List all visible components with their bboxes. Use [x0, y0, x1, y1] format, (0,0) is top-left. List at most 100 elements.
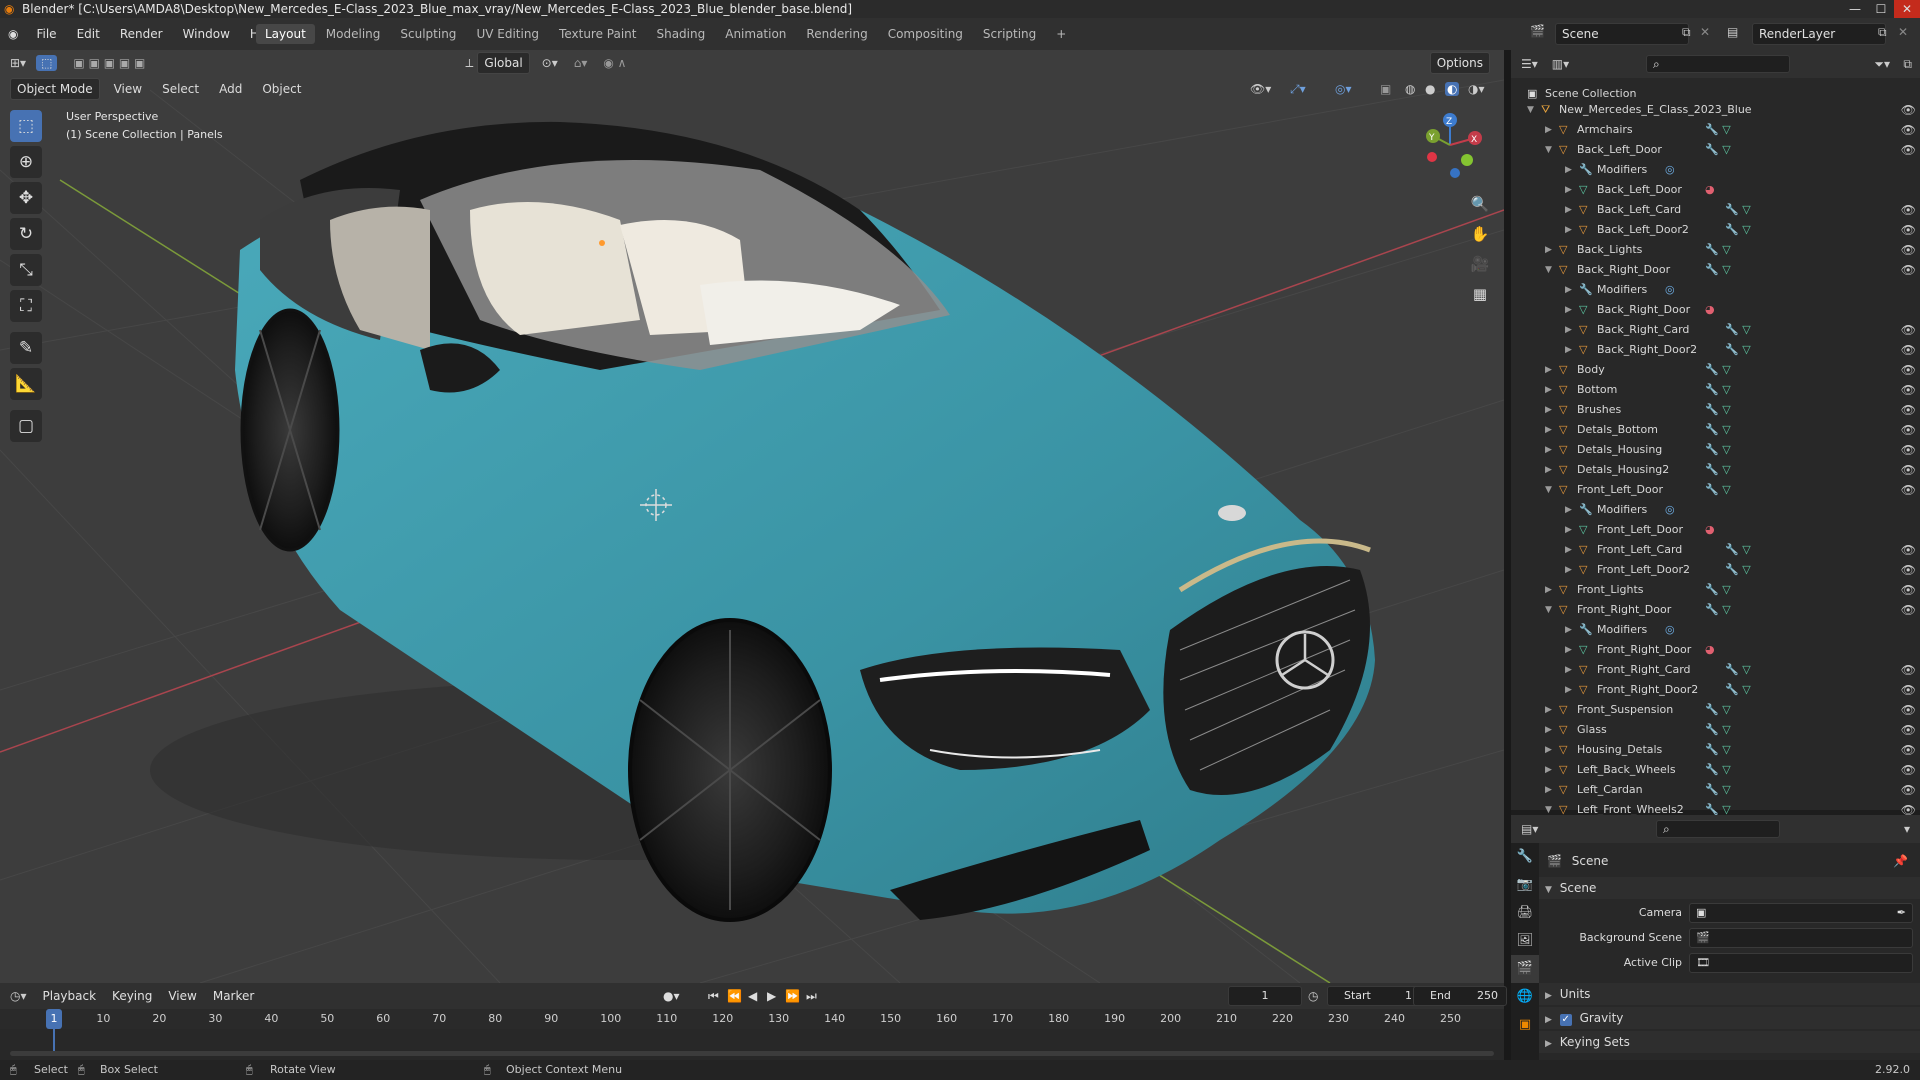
prev-keyframe-icon[interactable]: ⏪	[727, 989, 742, 1003]
material-icon[interactable]: ◕	[1705, 520, 1715, 540]
end-frame-field[interactable]: End 250	[1413, 986, 1507, 1006]
outliner-item[interactable]: ▶ ▽ Housing_Detals 🔧 ▽ 👁	[1511, 740, 1920, 760]
delete-scene-icon[interactable]: ✕	[1700, 25, 1710, 39]
visibility-eye-icon[interactable]: 👁	[1901, 660, 1916, 680]
collapse-arrow-icon[interactable]: ▼	[1545, 140, 1552, 160]
new-collection-icon[interactable]: ⧉	[1903, 57, 1912, 72]
scene-field[interactable]: Scene	[1555, 23, 1689, 45]
outliner-item[interactable]: ▶ ▽ Back_Left_Door ◕	[1511, 180, 1920, 200]
outliner-item[interactable]: ▶ ▽ Left_Back_Wheels 🔧 ▽ 👁	[1511, 760, 1920, 780]
zoom-icon[interactable]: 🔍	[1466, 190, 1494, 218]
outliner-item[interactable]: ▶ ▽ Front_Left_Door ◕	[1511, 520, 1920, 540]
expand-arrow-icon[interactable]: ▶	[1545, 360, 1552, 380]
timeline-scrollbar[interactable]	[10, 1051, 1494, 1056]
transform-tool-icon[interactable]: ⛶	[10, 290, 42, 322]
add-cube-tool-icon[interactable]: ▢	[10, 410, 42, 442]
overlay-icon[interactable]: ◎▾	[1335, 82, 1352, 96]
outliner-item[interactable]: ▼ ▽ Back_Right_Door 🔧 ▽ 👁	[1511, 260, 1920, 280]
editor-type-icon[interactable]: ⊞▾	[10, 56, 26, 70]
render-tab-icon[interactable]: 📷	[1511, 871, 1539, 899]
maximize-icon[interactable]: ☐	[1868, 0, 1894, 18]
outliner-item[interactable]: ▶ ▽ Front_Right_Door2 🔧 ▽ 👁	[1511, 680, 1920, 700]
outliner-item[interactable]: ▶ 🔧 Modifiers ◎	[1511, 500, 1920, 520]
current-frame-field[interactable]: 1	[1228, 986, 1302, 1006]
outliner-item[interactable]: ▶ ▽ Left_Cardan 🔧 ▽ 👁	[1511, 780, 1920, 800]
visibility-eye-icon[interactable]: 👁	[1901, 380, 1916, 400]
tab-uv-editing[interactable]: UV Editing	[467, 24, 548, 44]
visibility-eye-icon[interactable]: 👁	[1901, 120, 1916, 140]
outliner-item[interactable]: ▶ ▽ Body 🔧 ▽ 👁	[1511, 360, 1920, 380]
object-data-icons[interactable]: 🔧 ▽	[1705, 260, 1731, 280]
timeline-ruler[interactable]: 10 20 30 40 50 60 70 80 90 100 110 120 130 140 150 160 1…	[0, 1009, 1504, 1029]
visibility-eye-icon[interactable]: 👁	[1901, 460, 1916, 480]
expand-arrow-icon[interactable]: ▶	[1545, 740, 1552, 760]
expand-arrow-icon[interactable]: ▶	[1545, 460, 1552, 480]
collapse-arrow-icon[interactable]: ▼	[1545, 480, 1552, 500]
outliner-item[interactable]: ▶ ▽ Glass 🔧 ▽ 👁	[1511, 720, 1920, 740]
outliner-item[interactable]: ▶ ▽ Back_Right_Card 🔧 ▽ 👁	[1511, 320, 1920, 340]
expand-arrow-icon[interactable]: ▶	[1565, 680, 1572, 700]
menu-edit[interactable]: Edit	[67, 27, 110, 41]
tab-sculpting[interactable]: Sculpting	[391, 24, 465, 44]
outliner-item[interactable]: ▶ ▽ Front_Right_Door ◕	[1511, 640, 1920, 660]
visibility-eye-icon[interactable]: 👁	[1901, 220, 1916, 240]
visibility-eye-icon[interactable]: 👁	[1901, 260, 1916, 280]
outliner-item[interactable]: ▶ ▽ Front_Suspension 🔧 ▽ 👁	[1511, 700, 1920, 720]
expand-arrow-icon[interactable]: ▶	[1545, 120, 1552, 140]
expand-arrow-icon[interactable]: ▶	[1545, 420, 1552, 440]
expand-arrow-icon[interactable]: ▶	[1565, 220, 1572, 240]
visibility-eye-icon[interactable]: 👁	[1901, 320, 1916, 340]
expand-arrow-icon[interactable]: ▶	[1545, 780, 1552, 800]
menu-render[interactable]: Render	[110, 27, 173, 41]
expand-arrow-icon[interactable]: ▶	[1565, 200, 1572, 220]
outliner-item[interactable]: ▶ ▽ Front_Right_Card 🔧 ▽ 👁	[1511, 660, 1920, 680]
expand-arrow-icon[interactable]: ▶	[1545, 240, 1552, 260]
scene-selector-icon[interactable]: 🎬	[1530, 24, 1545, 38]
area-divider[interactable]	[1504, 50, 1511, 1060]
pivot-icon[interactable]: ⊙▾	[542, 56, 558, 70]
shading-solid-icon[interactable]: ●	[1425, 82, 1435, 96]
outliner-item[interactable]: ▼ ▽ Front_Right_Door 🔧 ▽ 👁	[1511, 600, 1920, 620]
tab-layout[interactable]: Layout	[256, 24, 315, 44]
object-data-icons[interactable]: 🔧 ▽	[1705, 380, 1731, 400]
outliner-item[interactable]: ▶ ▽ Bottom 🔧 ▽ 👁	[1511, 380, 1920, 400]
outliner-item[interactable]: ▶ ▽ Front_Left_Card 🔧 ▽ 👁	[1511, 540, 1920, 560]
object-mode-dropdown[interactable]: Object Mode	[10, 78, 100, 100]
rotate-tool-icon[interactable]: ↻	[10, 218, 42, 250]
timeline-view-menu[interactable]: View	[162, 986, 202, 1006]
select-mode-icons[interactable]: ▣ ▣ ▣ ▣ ▣	[73, 56, 145, 70]
object-data-icons[interactable]: 🔧 ▽	[1705, 480, 1731, 500]
outliner-item[interactable]: ▶ ▽ Back_Right_Door2 🔧 ▽ 👁	[1511, 340, 1920, 360]
camera-field[interactable]: ▣ ✒	[1689, 903, 1913, 923]
properties-editor-type-icon[interactable]: ▤▾	[1521, 822, 1538, 836]
outliner-item[interactable]: ▶ ▽ Detals_Housing 🔧 ▽ 👁	[1511, 440, 1920, 460]
object-data-icons[interactable]: 🔧 ▽	[1725, 660, 1751, 680]
expand-arrow-icon[interactable]: ▶	[1545, 380, 1552, 400]
transform-orientation-icon[interactable]: ⟂	[465, 56, 473, 71]
visibility-eye-icon[interactable]: 👁	[1901, 580, 1916, 600]
shading-rendered-icon[interactable]: ◑▾	[1468, 82, 1485, 96]
expand-arrow-icon[interactable]: ▶	[1565, 540, 1572, 560]
gizmo-icon[interactable]: ⤢▾	[1290, 82, 1306, 97]
object-data-icons[interactable]: 🔧 ▽	[1725, 220, 1751, 240]
object-data-icons[interactable]: 🔧 ▽	[1705, 400, 1731, 420]
add-workspace-button[interactable]: +	[1047, 24, 1075, 44]
perspective-toggle-icon[interactable]: ▦	[1466, 280, 1494, 308]
measure-tool-icon[interactable]: 📐	[10, 368, 42, 400]
3d-viewport[interactable]: ⊞▾ ⬚ ▣ ▣ ▣ ▣ ▣ ⟂ Global ⊙▾ ⌂▾ ◉ ∧ Option…	[0, 50, 1504, 983]
scene-tab-icon[interactable]: 🎬	[1511, 955, 1539, 983]
scene-panel-header[interactable]: ▼ Scene	[1539, 877, 1920, 899]
outliner-item[interactable]: ▶ ▽ Brushes 🔧 ▽ 👁	[1511, 400, 1920, 420]
cursor-tool-icon[interactable]: ⊕	[10, 146, 42, 178]
object-data-icons[interactable]: 🔧 ▽	[1705, 420, 1731, 440]
object-data-icons[interactable]: 🔧 ▽	[1705, 780, 1731, 800]
keying-menu[interactable]: Keying	[106, 986, 158, 1006]
menu-file[interactable]: File	[26, 27, 66, 41]
view-layer-tab-icon[interactable]: 🖼	[1511, 927, 1539, 955]
expand-arrow-icon[interactable]: ▶	[1565, 180, 1572, 200]
viewport-menu-add[interactable]: Add	[209, 82, 252, 96]
tool-tab-icon[interactable]: 🔧	[1511, 843, 1539, 871]
visibility-icon[interactable]: 👁▾	[1250, 82, 1271, 96]
keying-sets-subpanel[interactable]: ▶ Keying Sets	[1539, 1031, 1920, 1053]
delete-renderlayer-icon[interactable]: ✕	[1898, 25, 1908, 39]
